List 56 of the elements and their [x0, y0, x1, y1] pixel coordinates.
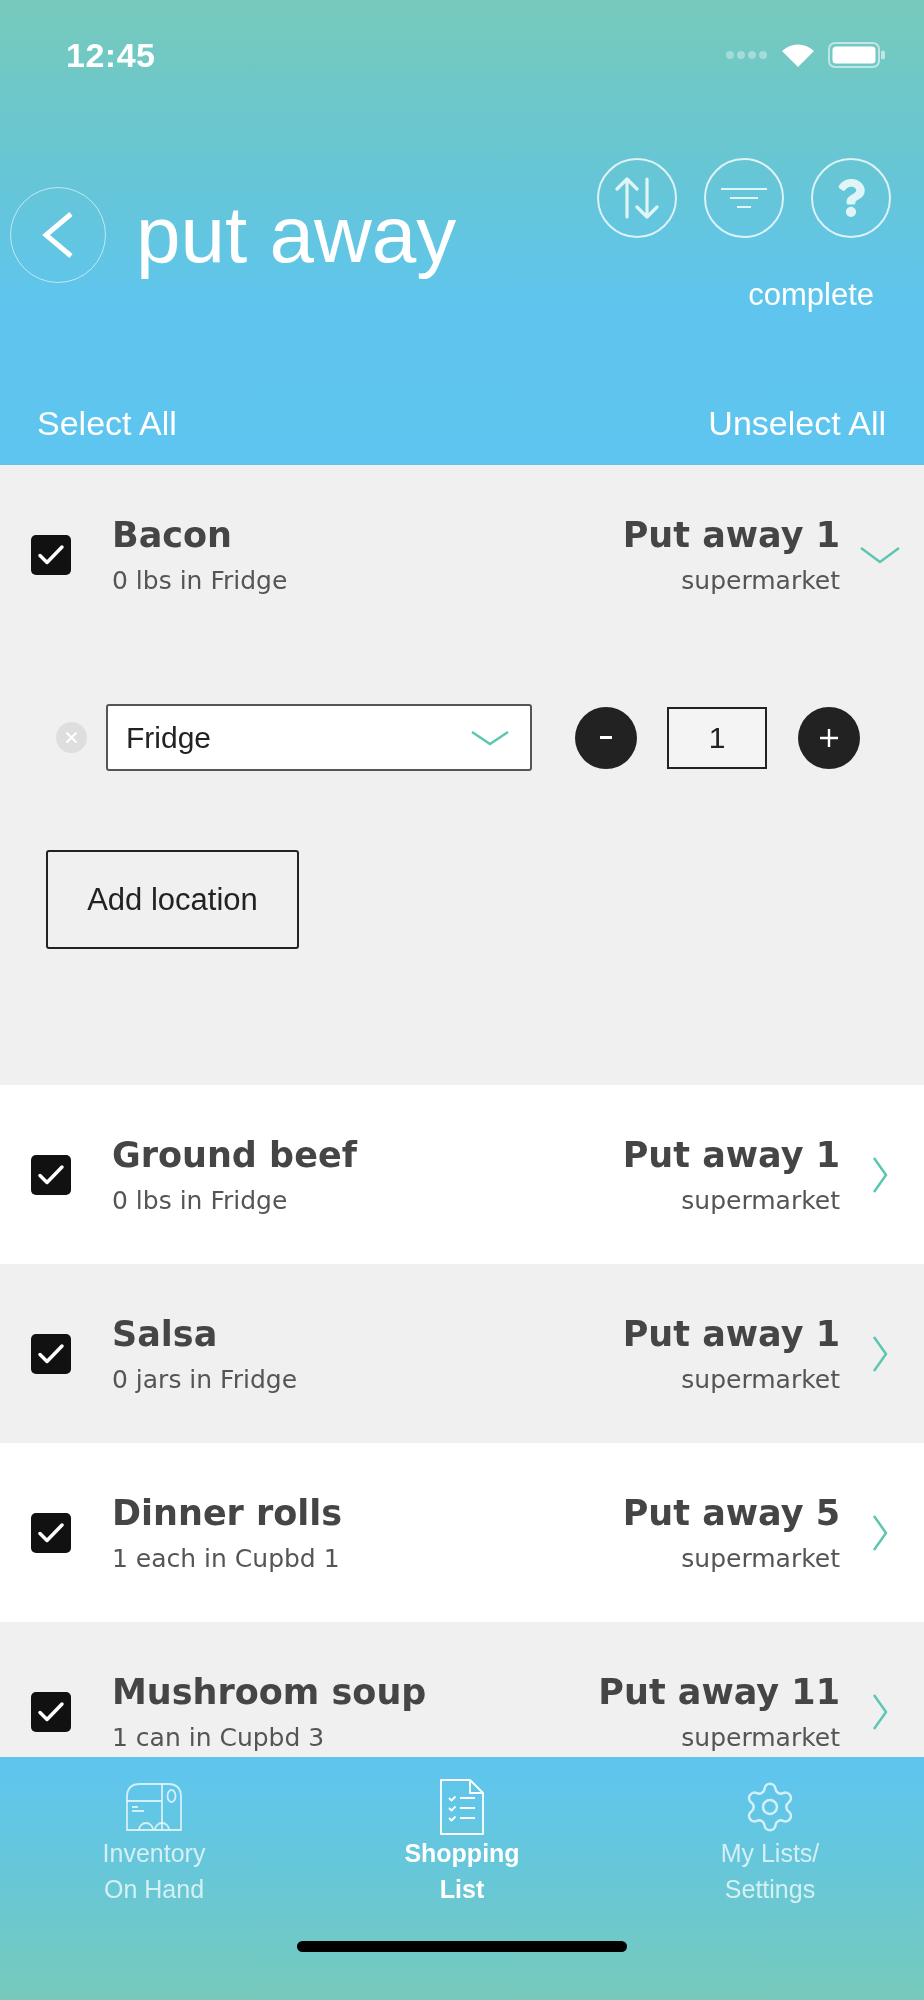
page-title: put away — [136, 189, 457, 281]
location-select[interactable]: Fridge — [106, 704, 532, 771]
put-away-count: Put away 1 — [622, 1313, 840, 1356]
filter-button[interactable] — [704, 158, 784, 238]
minus-icon — [600, 736, 612, 739]
checklist-document-icon — [440, 1779, 484, 1835]
checkbox[interactable] — [31, 1691, 71, 1732]
select-all-link[interactable]: Select All — [37, 402, 177, 443]
chevron-right-icon[interactable] — [872, 1513, 888, 1552]
store-name: supermarket — [681, 566, 840, 596]
item-name: Ground beef — [112, 1134, 357, 1177]
store-name: supermarket — [681, 1723, 840, 1753]
chest-icon — [126, 1783, 182, 1831]
battery-icon — [828, 42, 886, 68]
tab[interactable]: Shopping List — [308, 1757, 616, 1907]
item-name: Salsa — [112, 1313, 218, 1356]
clear-icon[interactable] — [56, 722, 87, 753]
chevron-right-icon[interactable] — [872, 1155, 888, 1194]
tab[interactable]: Inventory On Hand — [0, 1757, 308, 1907]
item-name: Dinner rolls — [112, 1492, 343, 1535]
item-stock: 0 lbs in Fridge — [112, 1186, 288, 1216]
chevron-right-icon[interactable] — [872, 1692, 888, 1731]
store-name: supermarket — [681, 1186, 840, 1216]
signal-icon — [726, 50, 768, 60]
quantity-field[interactable]: 1 — [667, 706, 767, 769]
sort-button[interactable] — [597, 158, 677, 238]
put-away-count: Put away 1 — [622, 514, 840, 557]
checkbox[interactable] — [31, 1154, 71, 1195]
filter-icon — [721, 187, 767, 209]
back-icon — [42, 211, 74, 259]
checkbox[interactable] — [31, 534, 71, 575]
item-stock: 1 can in Cupbd 3 — [112, 1723, 325, 1753]
plus-icon — [820, 728, 838, 747]
chevron-down-icon[interactable] — [859, 545, 901, 564]
chevron-right-icon[interactable] — [872, 1334, 888, 1373]
item-name: Bacon — [112, 514, 232, 557]
put-away-count: Put away 5 — [622, 1492, 840, 1535]
chevron-down-icon — [470, 729, 510, 746]
checkbox[interactable] — [31, 1512, 71, 1553]
item-stock: 1 each in Cupbd 1 — [112, 1544, 340, 1574]
add-location-button[interactable]: Add location — [46, 850, 299, 949]
unselect-all-link[interactable]: Unselect All — [708, 402, 886, 443]
item-stock: 0 jars in Fridge — [112, 1365, 297, 1395]
item-stock: 0 lbs in Fridge — [112, 566, 288, 596]
item-name: Mushroom soup — [112, 1671, 427, 1714]
help-button[interactable] — [811, 158, 891, 238]
wifi-icon — [782, 43, 814, 67]
put-away-count: Put away 1 — [622, 1134, 840, 1177]
tab[interactable]: My Lists/ Settings — [616, 1757, 924, 1907]
put-away-count: Put away 11 — [598, 1671, 840, 1714]
complete-link[interactable]: complete — [748, 277, 874, 313]
store-name: supermarket — [681, 1544, 840, 1574]
store-name: supermarket — [681, 1365, 840, 1395]
status-time: 12:45 — [66, 35, 156, 75]
sort-icon — [615, 177, 659, 219]
checkbox[interactable] — [31, 1333, 71, 1374]
